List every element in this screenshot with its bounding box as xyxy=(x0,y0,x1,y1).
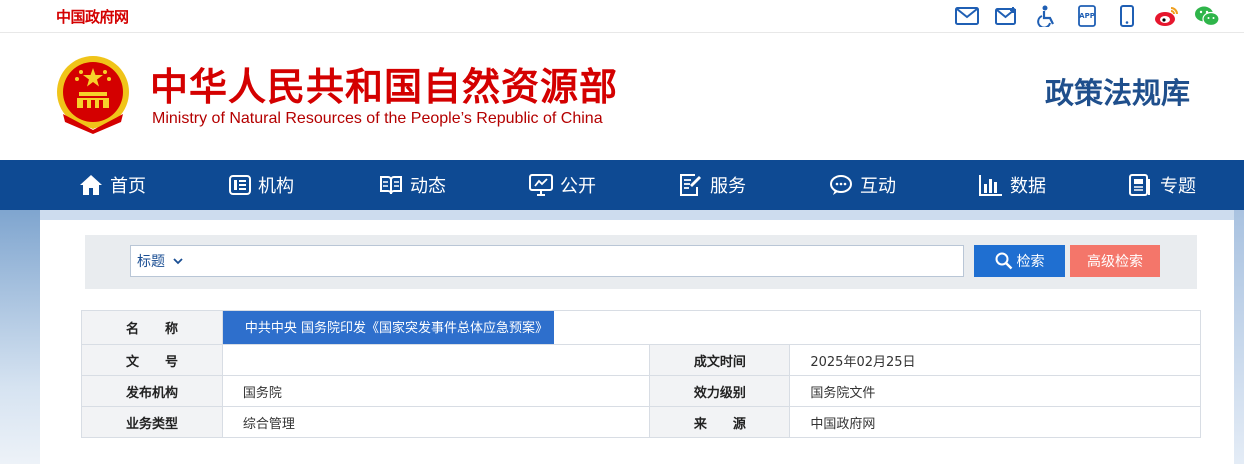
mail-icon[interactable] xyxy=(954,4,980,28)
national-emblem-icon xyxy=(57,56,129,134)
site-name: 政策法规库 xyxy=(1044,76,1190,110)
nav-item-data[interactable]: 数据 xyxy=(979,160,1046,210)
edit-doc-icon xyxy=(680,174,701,196)
nav-label: 首页 xyxy=(110,176,146,197)
search-field-label: 标题 xyxy=(137,254,165,270)
docno-label: 文 号 xyxy=(81,344,223,376)
wechat-icon[interactable] xyxy=(1194,4,1220,28)
bar-chart-icon xyxy=(979,175,1002,196)
book-icon xyxy=(380,176,402,195)
mail-subscribe-icon[interactable] xyxy=(994,4,1020,28)
search-input[interactable] xyxy=(189,246,963,276)
ministry-name-cn: 中华人民共和国自然资源部 xyxy=(150,65,619,109)
table-row: 发布机构 国务院 效力级别 国务院文件 xyxy=(81,375,1201,407)
ministry-name-en: Ministry of Natural Resources of the Peo… xyxy=(152,110,603,127)
name-value-cell: 中共中央 国务院印发《国家突发事件总体应急预案》 xyxy=(221,310,1202,345)
gov-portal-link[interactable]: 中国政府网 xyxy=(56,6,129,27)
main-nav: 首页 机构 动态 公开 服务 互动 数据 专题 xyxy=(0,160,1244,210)
search-button-label: 检索 xyxy=(1016,254,1045,270)
accessibility-icon[interactable] xyxy=(1034,4,1060,28)
search-box: 标题 xyxy=(130,245,964,277)
level-label: 效力级别 xyxy=(649,375,791,407)
nav-label: 机构 xyxy=(258,176,294,197)
document-info-table: 名 称 中共中央 国务院印发《国家突发事件总体应急预案》 文 号 成文时间 20… xyxy=(81,310,1202,438)
mobile-icon[interactable] xyxy=(1114,4,1140,28)
top-icons: APP xyxy=(940,4,1220,28)
date-label: 成文时间 xyxy=(649,344,791,376)
table-row: 业务类型 综合管理 来 源 中国政府网 xyxy=(81,406,1201,438)
chevron-down-icon xyxy=(173,257,183,264)
topic-icon xyxy=(1129,174,1150,196)
nav-label: 专题 xyxy=(1160,176,1196,197)
nav-item-home[interactable]: 首页 xyxy=(79,160,146,210)
date-value: 2025年02月25日 xyxy=(789,344,1201,376)
table-row: 文 号 成文时间 2025年02月25日 xyxy=(81,344,1201,376)
nav-label: 动态 xyxy=(410,176,446,197)
level-value: 国务院文件 xyxy=(789,375,1201,407)
issuer-value: 国务院 xyxy=(221,375,651,407)
advanced-search-button[interactable]: 高级检索 xyxy=(1070,245,1160,277)
source-label: 来 源 xyxy=(649,406,791,438)
type-value: 综合管理 xyxy=(221,406,651,438)
search-field-select[interactable]: 标题 xyxy=(131,246,189,276)
type-label: 业务类型 xyxy=(81,406,223,438)
nav-label: 公开 xyxy=(560,176,596,197)
nav-label: 服务 xyxy=(710,176,746,197)
nav-item-news[interactable]: 动态 xyxy=(379,160,446,210)
page-background-top xyxy=(40,210,1234,220)
site-header: 中华人民共和国自然资源部 Ministry of Natural Resourc… xyxy=(0,34,1244,160)
nav-item-organization[interactable]: 机构 xyxy=(229,160,294,210)
nav-item-public[interactable]: 公开 xyxy=(529,160,596,210)
chat-icon xyxy=(830,175,852,195)
document-title[interactable]: 中共中央 国务院印发《国家突发事件总体应急预案》 xyxy=(222,311,555,344)
weibo-icon[interactable] xyxy=(1154,4,1180,28)
search-button[interactable]: 检索 xyxy=(974,245,1065,277)
app-icon[interactable]: APP xyxy=(1074,4,1100,28)
search-icon xyxy=(995,252,1012,270)
nav-item-service[interactable]: 服务 xyxy=(679,160,746,210)
nav-label: 互动 xyxy=(860,176,896,197)
page-background-left xyxy=(0,210,40,464)
top-bar: 中国政府网 APP xyxy=(0,0,1244,33)
page-background-right xyxy=(1234,210,1244,464)
organization-icon xyxy=(229,175,251,195)
docno-value xyxy=(221,344,651,376)
issuer-label: 发布机构 xyxy=(81,375,223,407)
svg-text:APP: APP xyxy=(1079,12,1095,20)
nav-item-interaction[interactable]: 互动 xyxy=(829,160,896,210)
table-row: 名 称 中共中央 国务院印发《国家突发事件总体应急预案》 xyxy=(81,310,1202,345)
name-label: 名 称 xyxy=(81,310,223,345)
nav-item-topics[interactable]: 专题 xyxy=(1129,160,1196,210)
home-icon xyxy=(80,175,102,195)
source-value: 中国政府网 xyxy=(789,406,1201,438)
nav-label: 数据 xyxy=(1010,176,1046,197)
monitor-icon xyxy=(529,174,553,196)
